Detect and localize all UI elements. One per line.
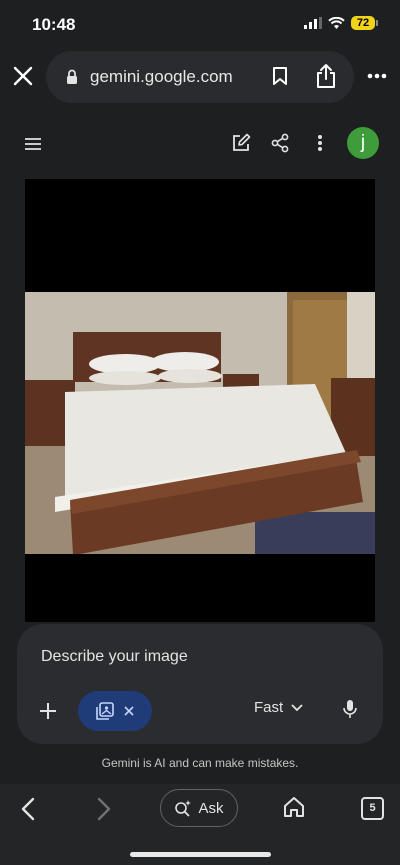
new-chat-edit-icon[interactable] [231, 133, 251, 153]
sparkle-search-icon [175, 800, 192, 817]
url-text: gemini.google.com [90, 67, 233, 86]
prompt-input[interactable]: Describe your image [41, 648, 188, 666]
model-selector-label: Fast [254, 699, 284, 716]
ai-disclaimer: Gemini is AI and can make mistakes. [101, 756, 299, 770]
microphone-icon[interactable] [343, 699, 357, 719]
add-attachment-icon[interactable] [39, 702, 57, 720]
home-icon[interactable] [283, 796, 305, 818]
chevron-down-icon [291, 703, 303, 711]
tab-switcher[interactable]: 5 [361, 797, 384, 820]
share-conversation-icon[interactable] [271, 133, 289, 153]
share-icon[interactable] [315, 63, 337, 89]
ask-button[interactable]: Ask [160, 789, 238, 827]
battery-icon: 72 [351, 16, 378, 30]
forward-arrow-icon[interactable] [96, 797, 112, 821]
prompt-card [17, 624, 383, 744]
address-bar[interactable]: gemini.google.com [46, 51, 354, 103]
account-avatar[interactable]: j [347, 127, 379, 159]
status-indicators: 72 [304, 16, 378, 30]
ask-label: Ask [198, 799, 224, 817]
wifi-icon [328, 17, 345, 29]
close-icon[interactable] [12, 65, 34, 87]
cellular-signal-icon [304, 17, 322, 29]
remove-image-icon[interactable] [124, 706, 134, 716]
kebab-menu-icon[interactable] [317, 133, 323, 153]
back-arrow-icon[interactable] [20, 797, 36, 821]
menu-icon[interactable] [25, 138, 41, 150]
lock-icon [67, 69, 77, 84]
model-selector[interactable]: Fast [254, 699, 303, 716]
more-options-icon[interactable] [367, 73, 387, 79]
image-gallery-icon [96, 702, 114, 720]
bookmark-icon[interactable] [272, 66, 288, 86]
attached-image-chip[interactable] [78, 691, 152, 731]
status-time: 10:48 [32, 15, 76, 34]
bedroom-photo[interactable] [25, 292, 375, 554]
battery-level: 72 [351, 16, 375, 30]
home-indicator [130, 852, 271, 857]
